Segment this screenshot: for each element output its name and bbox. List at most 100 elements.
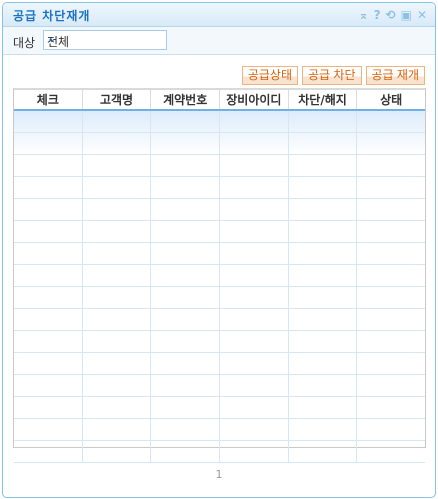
table-cell — [14, 397, 83, 418]
table-cell — [220, 397, 289, 418]
table-cell — [83, 243, 152, 264]
table-cell — [83, 397, 152, 418]
table-cell — [151, 221, 221, 242]
table-cell — [151, 177, 221, 198]
window-tools: ⌅ ? ⟲ ▣ ✕ — [359, 8, 428, 22]
table-row[interactable] — [14, 287, 425, 309]
table-cell — [220, 331, 289, 352]
table-cell — [357, 419, 425, 440]
table-row[interactable] — [14, 419, 425, 441]
table-cell — [83, 111, 152, 132]
table-row[interactable] — [14, 221, 425, 243]
table-cell — [357, 309, 425, 330]
maximize-icon[interactable]: ▣ — [401, 8, 412, 22]
table-row[interactable] — [14, 309, 425, 331]
table-cell — [14, 375, 83, 396]
table-row[interactable] — [14, 243, 425, 265]
table-cell — [83, 177, 152, 198]
table-cell — [14, 133, 83, 154]
table-cell — [220, 133, 289, 154]
table-cell — [289, 177, 358, 198]
table-cell — [14, 177, 83, 198]
supply-resume-button[interactable]: 공급 재개 — [365, 66, 425, 85]
chevron-down-icon: ⌄ — [47, 32, 57, 45]
table-cell — [220, 353, 289, 374]
page-1-link[interactable]: 1 — [216, 468, 223, 481]
pager: 1 — [3, 468, 435, 481]
table-row[interactable] — [14, 331, 425, 353]
table-cell — [289, 155, 358, 176]
table-cell — [289, 221, 358, 242]
table-cell — [289, 111, 358, 132]
table-row[interactable] — [14, 111, 425, 133]
table-cell — [289, 265, 358, 286]
table-cell — [14, 265, 83, 286]
refresh-icon[interactable]: ⟲ — [386, 8, 396, 22]
table-row[interactable] — [14, 133, 425, 155]
window-title: 공급 차단재개 — [13, 9, 91, 23]
table-row[interactable] — [14, 397, 425, 419]
table-row[interactable] — [14, 199, 425, 221]
column-header-check[interactable]: 체크 — [14, 90, 83, 109]
table-cell — [357, 331, 425, 352]
column-header-block-cancel[interactable]: 차단/해지 — [289, 90, 358, 109]
close-icon[interactable]: ✕ — [417, 8, 427, 22]
table-row[interactable] — [14, 155, 425, 177]
table-cell — [289, 199, 358, 220]
table-cell — [357, 353, 425, 374]
column-header-device-id[interactable]: 장비아이디 — [220, 90, 289, 109]
table-cell — [83, 265, 152, 286]
table-cell — [220, 287, 289, 308]
column-header-customer[interactable]: 고객명 — [83, 90, 152, 109]
table-row[interactable] — [14, 375, 425, 397]
table-cell — [151, 309, 221, 330]
column-header-contract[interactable]: 계약번호 — [151, 90, 221, 109]
table-cell — [289, 133, 358, 154]
table-cell — [14, 353, 83, 374]
table-cell — [289, 419, 358, 440]
table-cell — [83, 221, 152, 242]
target-label: 대상 — [13, 36, 36, 50]
table-cell — [14, 419, 83, 440]
table-cell — [83, 353, 152, 374]
target-select[interactable]: 전체 ⌄ — [43, 30, 167, 50]
filter-bar: 대상 전체 ⌄ — [3, 27, 435, 55]
table-row[interactable] — [14, 177, 425, 199]
help-icon[interactable]: ? — [374, 8, 381, 22]
table-cell — [289, 441, 358, 462]
table-cell — [151, 441, 221, 462]
grid-header: 체크 고객명 계약번호 장비아이디 차단/해지 상태 — [14, 90, 425, 111]
table-cell — [357, 441, 425, 462]
supply-status-button[interactable]: 공급상태 — [241, 66, 298, 85]
table-row[interactable] — [14, 265, 425, 287]
table-cell — [14, 221, 83, 242]
table-cell — [220, 221, 289, 242]
supply-block-button[interactable]: 공급 차단 — [302, 66, 362, 85]
table-cell — [357, 375, 425, 396]
table-cell — [83, 133, 152, 154]
table-cell — [83, 155, 152, 176]
table-cell — [289, 243, 358, 264]
table-cell — [220, 199, 289, 220]
table-cell — [151, 287, 221, 308]
table-cell — [289, 353, 358, 374]
table-cell — [220, 441, 289, 462]
data-grid: 체크 고객명 계약번호 장비아이디 차단/해지 상태 — [13, 88, 426, 463]
column-header-status[interactable]: 상태 — [357, 90, 425, 109]
table-cell — [357, 287, 425, 308]
table-cell — [14, 309, 83, 330]
table-cell — [220, 309, 289, 330]
table-cell — [83, 419, 152, 440]
table-cell — [151, 243, 221, 264]
table-cell — [151, 397, 221, 418]
table-row[interactable] — [14, 441, 425, 463]
table-cell — [14, 287, 83, 308]
table-row[interactable] — [14, 353, 425, 375]
table-cell — [357, 243, 425, 264]
table-cell — [151, 155, 221, 176]
table-cell — [357, 133, 425, 154]
table-cell — [151, 111, 221, 132]
title-bar: 공급 차단재개 ⌅ ? ⟲ ▣ ✕ — [3, 3, 435, 27]
grid-body — [14, 111, 425, 463]
collapse-icon[interactable]: ⌅ — [359, 8, 369, 22]
